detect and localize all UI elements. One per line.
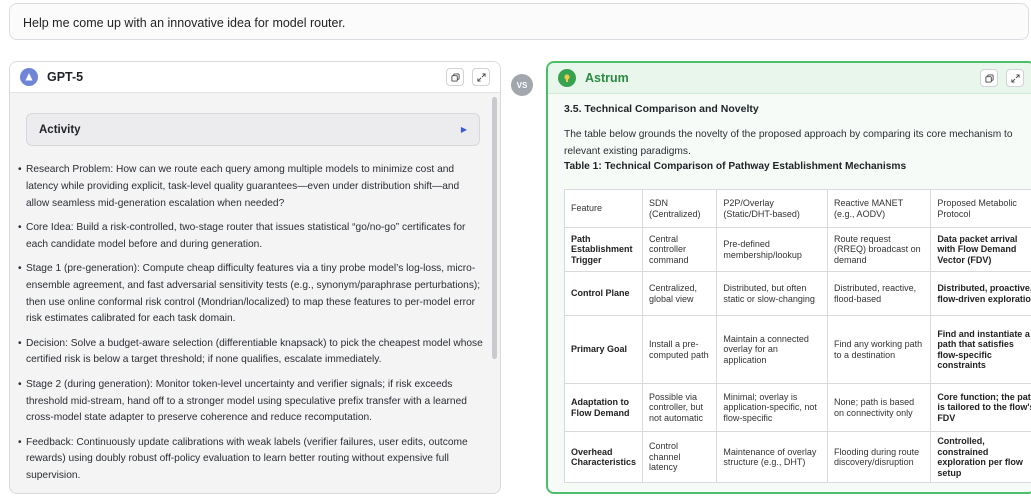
table-cell: Pre-defined membership/lookup — [716, 227, 829, 272]
table-header-cell: P2P/Overlay (Static/DHT-based) — [716, 189, 829, 228]
table-header-cell: Reactive MANET (e.g., AODV) — [827, 189, 932, 228]
table-cell: Adaptation to Flow Demand — [563, 383, 644, 432]
table-row: Primary Goal Install a pre-computed path… — [563, 315, 1031, 384]
copy-icon[interactable] — [446, 68, 464, 86]
activity-toggle[interactable]: Activity ▶ — [26, 113, 480, 146]
list-item: Decision: Solve a budget-aware selection… — [18, 336, 485, 370]
table-cell: Overhead Characteristics — [563, 431, 644, 483]
table-row: Adaptation to Flow Demand Possible via c… — [563, 383, 1031, 432]
table-row: Path Establishment Trigger Central contr… — [563, 227, 1031, 272]
table-row: Overhead Characteristics Control channel… — [563, 431, 1031, 483]
table-header-row: Feature SDN (Centralized) P2P/Overlay (S… — [563, 189, 1031, 228]
list-item: Core Idea: Build a risk-controlled, two-… — [18, 220, 485, 254]
table-cell: Distributed, reactive, flood-based — [827, 271, 932, 316]
table-cell: Control channel latency — [642, 431, 718, 483]
table-cell: Centralized, global view — [642, 271, 718, 316]
activity-label: Activity — [39, 123, 81, 136]
left-model-name: GPT-5 — [47, 70, 84, 84]
table-cell: Data packet arrival with Flow Demand Vec… — [930, 227, 1031, 272]
table-cell: Route request (RREQ) broadcast on demand — [827, 227, 932, 272]
table-header-cell: Proposed Metabolic Protocol — [930, 189, 1031, 228]
list-item: Stage 1 (pre-generation): Compute cheap … — [18, 261, 485, 328]
list-item: Feedback: Continuously update calibratio… — [18, 435, 485, 485]
astrum-model-icon — [558, 69, 576, 87]
table-header-cell: SDN (Centralized) — [642, 189, 718, 228]
copy-icon[interactable] — [980, 69, 998, 87]
table-caption: Table 1: Technical Comparison of Pathway… — [564, 161, 907, 172]
table-cell: Maintenance of overlay structure (e.g., … — [716, 431, 829, 483]
list-item: Stage 2 (during generation): Monitor tok… — [18, 377, 485, 427]
table-cell: Maintain a connected overlay for an appl… — [716, 315, 829, 384]
left-response-panel: GPT-5 Activity ▶ Research Problem: How c… — [9, 61, 501, 494]
table-cell: Possible via controller, but not automat… — [642, 383, 718, 432]
vs-badge: VS — [511, 74, 533, 96]
prompt-bar: Help me come up with an innovative idea … — [9, 3, 1029, 40]
table-cell: Controlled, constrained exploration per … — [930, 431, 1031, 483]
table-cell: Control Plane — [563, 271, 644, 316]
left-panel-header: GPT-5 — [10, 62, 500, 93]
table-row: Control Plane Centralized, global view D… — [563, 271, 1031, 316]
right-model-name: Astrum — [585, 71, 629, 85]
table-cell: Install a pre-computed path — [642, 315, 718, 384]
left-response-list: Research Problem: How can we route each … — [18, 162, 485, 493]
table-cell: Central controller command — [642, 227, 718, 272]
left-scrollbar[interactable] — [492, 97, 497, 359]
right-panel-header: Astrum — [548, 63, 1031, 94]
table-header-cell: Feature — [563, 189, 644, 228]
table-cell: Primary Goal — [563, 315, 644, 384]
table-cell: Distributed, proactive, flow-driven expl… — [930, 271, 1031, 316]
play-triangle-icon: ▶ — [460, 125, 467, 134]
gpt-model-icon — [20, 68, 38, 86]
right-response-body: 3.5. Technical Comparison and Novelty Th… — [564, 103, 1031, 172]
table-cell: None; path is based on connectivity only — [827, 383, 932, 432]
table-cell: Flooding during route discovery/disrupti… — [827, 431, 932, 483]
table-cell: Distributed, but often static or slow-ch… — [716, 271, 829, 316]
expand-icon[interactable] — [1006, 69, 1024, 87]
table-cell: Find and instantiate a path that satisfi… — [930, 315, 1031, 384]
section-paragraph: The table below grounds the novelty of t… — [564, 129, 1013, 157]
table-cell: Find any working path to a destination — [827, 315, 932, 384]
table-cell: Minimal; overlay is application-specific… — [716, 383, 829, 432]
table-cell: Core function; the path is tailored to t… — [930, 383, 1031, 432]
list-item: Research Problem: How can we route each … — [18, 162, 485, 212]
right-response-panel: Astrum 3.5. Technical Comparison and Nov… — [546, 61, 1031, 494]
comparison-table: Feature SDN (Centralized) P2P/Overlay (S… — [563, 189, 1031, 483]
expand-icon[interactable] — [472, 68, 490, 86]
section-heading: 3.5. Technical Comparison and Novelty — [564, 103, 759, 115]
table-cell: Path Establishment Trigger — [563, 227, 644, 272]
